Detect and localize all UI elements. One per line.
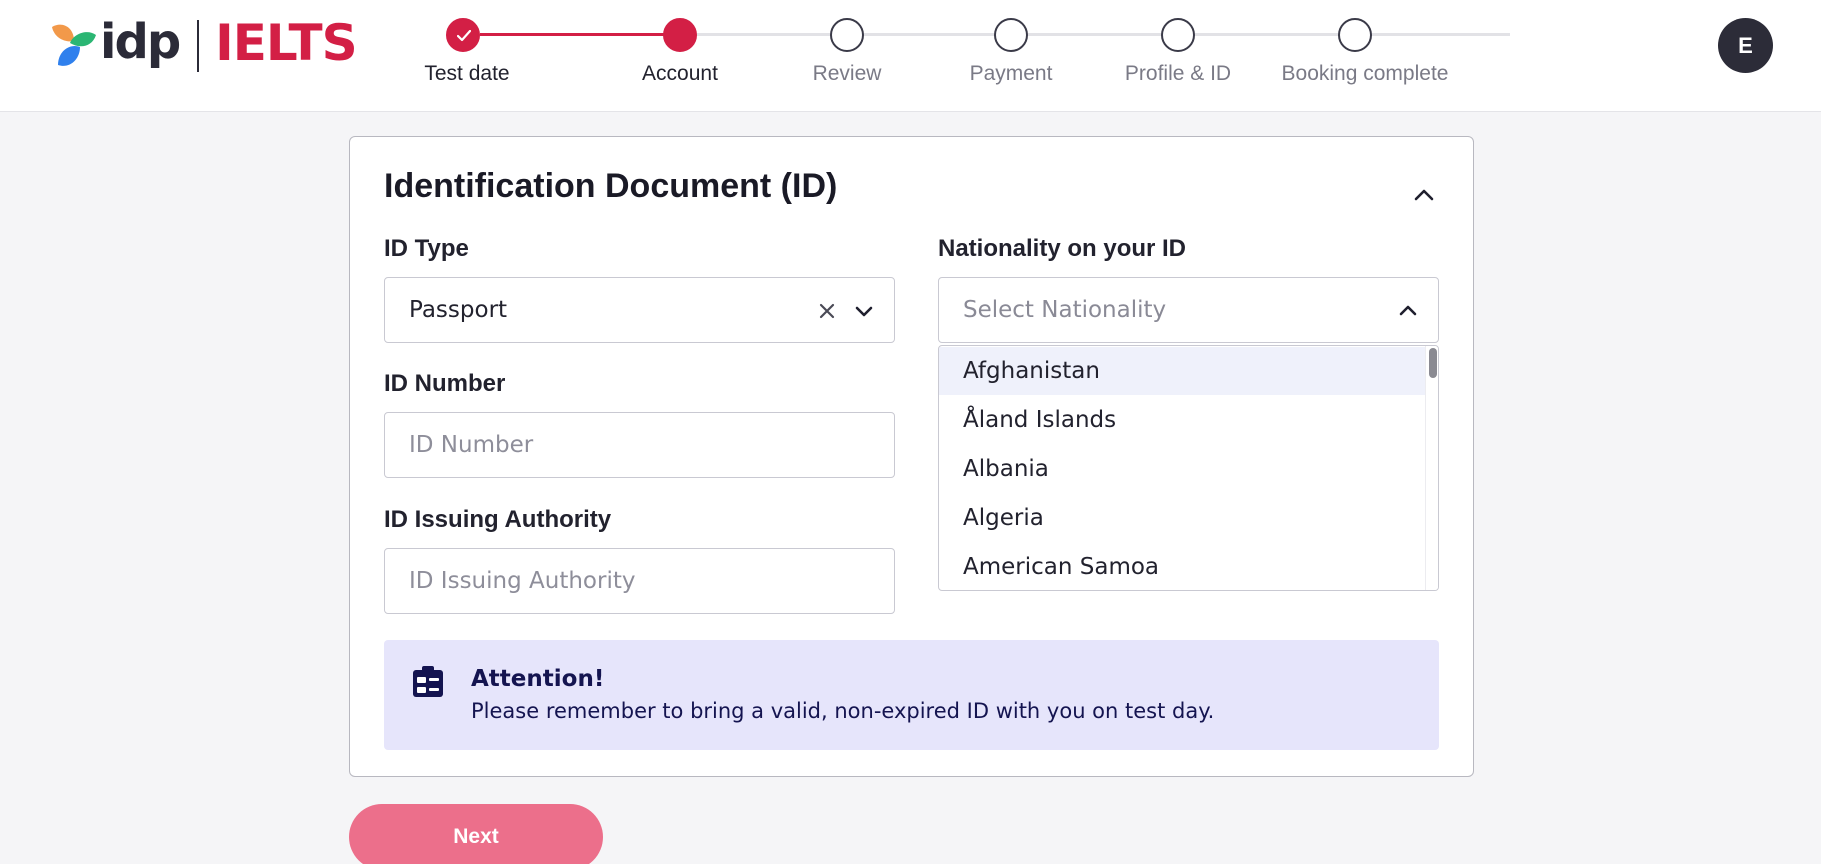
clear-selection-icon[interactable]: [817, 300, 837, 328]
chevron-up-icon[interactable]: [1397, 300, 1419, 329]
step-dot-account[interactable]: [663, 18, 697, 52]
step-dot-payment: [994, 18, 1028, 52]
nationality-option[interactable]: Albania: [939, 445, 1425, 493]
dropdown-scrollbar[interactable]: [1425, 346, 1438, 590]
id-type-value: Passport: [409, 297, 508, 323]
chevron-up-icon: [1414, 189, 1434, 201]
next-button[interactable]: Next: [349, 804, 603, 864]
step-dot-review: [830, 18, 864, 52]
step-connector: [480, 33, 680, 36]
step-label-booking-complete: Booking complete: [1281, 62, 1449, 85]
id-type-select[interactable]: Passport: [384, 277, 895, 343]
id-number-field: [384, 412, 895, 478]
nationality-option[interactable]: Algeria: [939, 494, 1425, 542]
step-label-profile-id: Profile & ID: [1124, 62, 1232, 85]
attention-banner: Attention! Please remember to bring a va…: [384, 640, 1439, 750]
step-label-account[interactable]: Account: [642, 62, 718, 86]
nationality-dropdown-list[interactable]: Afghanistan Åland Islands Albania Algeri…: [938, 345, 1439, 591]
id-document-card: Identification Document (ID) ID Type Pas…: [349, 136, 1474, 777]
nationality-select[interactable]: Select Nationality: [938, 277, 1439, 343]
step-dot-profile-id: [1161, 18, 1195, 52]
step-dot-booking-complete: [1338, 18, 1372, 52]
nationality-option[interactable]: Afghanistan: [939, 347, 1425, 395]
chevron-down-icon[interactable]: [853, 300, 875, 329]
attention-title: Attention!: [471, 666, 605, 692]
step-connector: [680, 33, 1510, 36]
step-label-review: Review: [812, 62, 882, 85]
nationality-placeholder: Select Nationality: [963, 297, 1167, 323]
scrollbar-thumb[interactable]: [1429, 348, 1437, 378]
step-label-payment: Payment: [969, 62, 1053, 85]
nationality-label: Nationality on your ID: [938, 235, 1187, 262]
id-authority-input[interactable]: [409, 549, 894, 613]
check-icon: [457, 30, 471, 42]
booking-progress-stepper: Test date Account Review Payment Profile…: [0, 0, 1821, 112]
id-card-icon: [412, 666, 444, 703]
step-dot-test-date[interactable]: [446, 18, 480, 52]
id-number-input[interactable]: [409, 413, 894, 477]
attention-message: Please remember to bring a valid, non-ex…: [471, 699, 1215, 723]
step-label-test-date[interactable]: Test date: [424, 62, 509, 86]
user-avatar[interactable]: E: [1718, 18, 1773, 73]
nationality-option[interactable]: Åland Islands: [939, 396, 1425, 444]
id-type-label: ID Type: [384, 235, 469, 262]
id-number-label: ID Number: [384, 370, 506, 397]
id-authority-label: ID Issuing Authority: [384, 506, 612, 533]
id-authority-field: [384, 548, 895, 614]
nationality-option[interactable]: American Samoa: [939, 543, 1425, 590]
header: idp IELTS Test date Account Review Payme…: [0, 0, 1821, 112]
collapse-section-button[interactable]: [1410, 181, 1438, 209]
card-title: Identification Document (ID): [384, 167, 838, 205]
